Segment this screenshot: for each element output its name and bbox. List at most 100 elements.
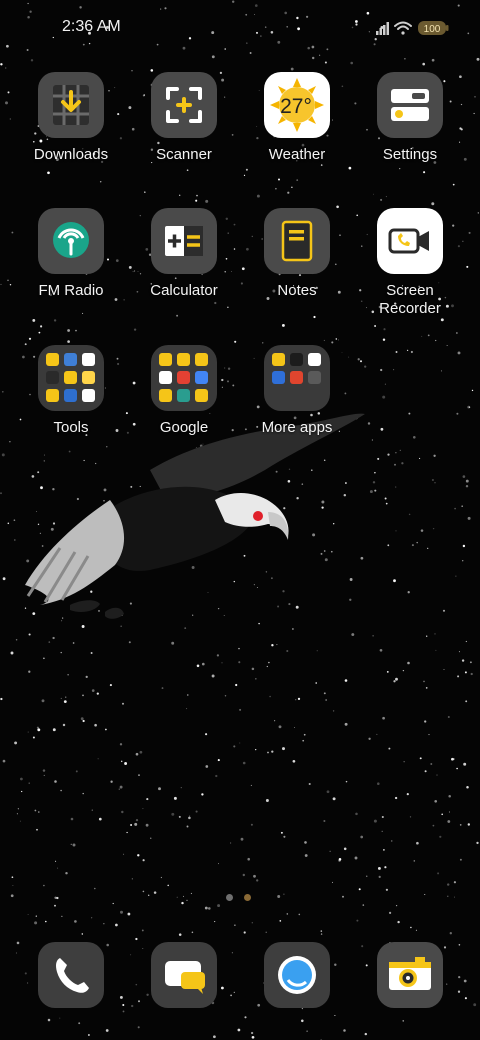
star bbox=[266, 665, 268, 668]
star bbox=[14, 741, 18, 745]
star bbox=[368, 737, 371, 740]
star bbox=[271, 644, 274, 647]
star bbox=[192, 614, 194, 616]
star bbox=[121, 702, 125, 705]
star bbox=[11, 231, 14, 234]
star bbox=[38, 331, 41, 334]
star bbox=[355, 812, 358, 816]
star bbox=[401, 462, 404, 465]
star bbox=[90, 652, 93, 654]
page-dot-2[interactable] bbox=[244, 894, 251, 901]
star bbox=[320, 933, 323, 935]
star bbox=[190, 892, 192, 895]
star bbox=[80, 717, 84, 721]
app-label: Downloads bbox=[33, 146, 109, 163]
star bbox=[96, 692, 99, 695]
star bbox=[239, 742, 241, 744]
star bbox=[458, 651, 460, 653]
star bbox=[61, 915, 63, 918]
star bbox=[464, 671, 467, 674]
star bbox=[104, 387, 106, 389]
star bbox=[384, 866, 387, 869]
star bbox=[434, 799, 438, 803]
star bbox=[372, 635, 374, 637]
star bbox=[385, 888, 389, 891]
star bbox=[221, 986, 224, 990]
star bbox=[231, 271, 233, 272]
star bbox=[440, 318, 444, 322]
star bbox=[393, 369, 395, 371]
star bbox=[374, 489, 377, 492]
star bbox=[233, 745, 236, 748]
star bbox=[95, 462, 97, 465]
star bbox=[339, 234, 341, 236]
star bbox=[7, 91, 10, 94]
battery-level: 100 bbox=[424, 24, 441, 35]
star bbox=[201, 662, 205, 666]
star bbox=[443, 80, 446, 83]
star bbox=[360, 360, 362, 363]
star bbox=[366, 233, 368, 236]
app-label: FM Radio bbox=[38, 282, 104, 299]
star bbox=[196, 194, 198, 197]
star bbox=[32, 318, 36, 322]
star bbox=[315, 682, 318, 684]
star bbox=[452, 183, 455, 186]
star bbox=[399, 167, 401, 170]
star bbox=[189, 815, 191, 817]
page-dot-1[interactable] bbox=[226, 894, 233, 901]
star bbox=[22, 355, 25, 359]
star bbox=[180, 787, 182, 789]
star bbox=[358, 888, 361, 891]
star bbox=[306, 1030, 308, 1032]
star bbox=[0, 492, 2, 495]
star bbox=[337, 339, 340, 341]
star bbox=[108, 90, 110, 92]
star bbox=[83, 459, 85, 462]
star bbox=[135, 937, 138, 941]
star bbox=[148, 894, 150, 896]
star bbox=[419, 757, 422, 760]
star bbox=[341, 352, 343, 353]
star bbox=[47, 171, 50, 175]
star bbox=[127, 912, 131, 916]
star bbox=[90, 590, 93, 593]
star bbox=[74, 920, 77, 923]
star bbox=[466, 785, 469, 789]
star bbox=[387, 453, 390, 456]
star bbox=[70, 817, 74, 821]
status-icons: 100 bbox=[376, 18, 450, 38]
star bbox=[145, 248, 149, 251]
star bbox=[290, 67, 294, 71]
star bbox=[55, 860, 57, 862]
star bbox=[275, 470, 278, 473]
star bbox=[448, 811, 450, 813]
star bbox=[283, 835, 286, 838]
star bbox=[334, 1015, 336, 1016]
star bbox=[277, 178, 281, 181]
star bbox=[233, 223, 236, 226]
star bbox=[234, 340, 237, 343]
star bbox=[287, 191, 290, 194]
star bbox=[43, 884, 45, 887]
star bbox=[12, 885, 14, 886]
star bbox=[135, 752, 139, 756]
star bbox=[233, 248, 236, 250]
star bbox=[201, 273, 203, 276]
star bbox=[323, 819, 326, 823]
star bbox=[139, 214, 141, 217]
app-label: Google bbox=[159, 419, 209, 436]
star bbox=[361, 245, 363, 247]
star bbox=[106, 446, 108, 448]
star bbox=[28, 782, 30, 784]
star bbox=[283, 507, 286, 510]
star bbox=[473, 112, 475, 115]
star bbox=[256, 586, 258, 589]
star bbox=[103, 500, 105, 502]
battery-icon: 100 bbox=[418, 21, 449, 35]
star bbox=[336, 205, 339, 209]
star bbox=[464, 997, 467, 1000]
star bbox=[424, 720, 427, 723]
star bbox=[298, 913, 301, 916]
app-label: Scanner bbox=[156, 146, 212, 163]
